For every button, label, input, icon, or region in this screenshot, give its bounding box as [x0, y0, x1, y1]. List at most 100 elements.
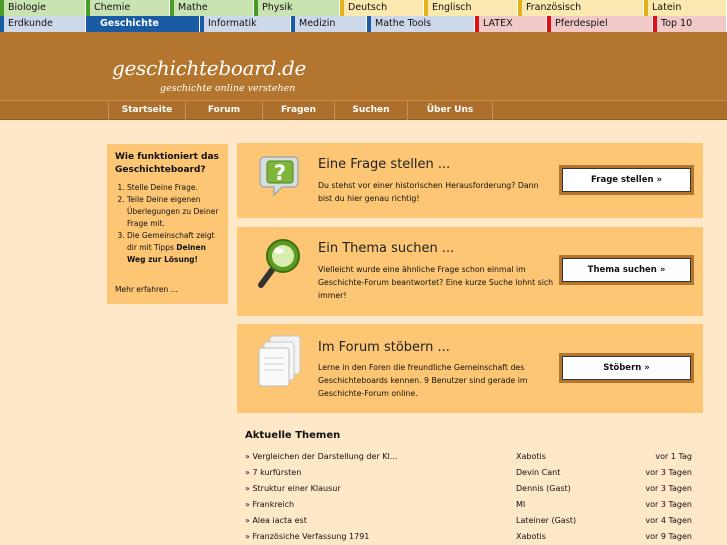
topic-row[interactable]: » Alea iacta est Lateiner (Gast) vor 4 Tag…: [245, 513, 697, 529]
topic-row[interactable]: » Struktur einer Klausur Dennis (Gast) vor…: [245, 481, 697, 497]
site-link-top-10[interactable]: Top 10: [653, 16, 727, 32]
panel-text: Lerne in den Foren die freundliche Gemei…: [318, 363, 528, 398]
recent-topics: Aktuelle Themen » Vergleichen der Darste…: [245, 430, 697, 545]
site-link-deutsch[interactable]: Deutsch: [340, 0, 424, 16]
recent-topics-list: » Vergleichen der Darstellung der Kl... X…: [245, 449, 697, 545]
site-color-mark: [653, 16, 657, 32]
site-link-label: Biologie: [8, 2, 46, 13]
panel-title: Eine Frage stellen ...: [318, 157, 451, 172]
site-link-label: Deutsch: [348, 2, 388, 13]
site-header: geschichteboard.de geschichte online ver…: [0, 32, 727, 100]
site-link-label: Informatik: [208, 18, 257, 29]
site-link-label: Französisch: [526, 2, 582, 13]
site-link-erdkunde[interactable]: Erdkunde: [0, 16, 86, 32]
site-link-physik[interactable]: Physik: [254, 0, 340, 16]
site-color-mark: [86, 0, 90, 16]
panel-ask-question: ? Eine Frage stellen ... Du stehst vor e…: [237, 143, 703, 218]
panel-title: Im Forum stöbern ...: [318, 340, 450, 355]
topic-title[interactable]: » 7 kurfürsten: [245, 465, 301, 481]
nav-fragen[interactable]: Fragen: [262, 101, 334, 120]
site-color-mark: [0, 0, 4, 16]
site-link-englisch[interactable]: Englisch: [424, 0, 518, 16]
topic-author: Lateiner (Gast): [516, 516, 577, 525]
topic-title[interactable]: » Frankreich: [245, 497, 294, 513]
site-link-latein[interactable]: Latein: [644, 0, 727, 16]
site-color-mark: [518, 0, 522, 16]
site-color-mark: [291, 16, 295, 32]
step-item: Stelle Deine Frage.: [127, 182, 225, 194]
site-link-latex[interactable]: LATEX: [475, 16, 547, 32]
topic-title[interactable]: » Französiche Verfassung 1791: [245, 529, 369, 545]
topic-date: vor 3 Tagen: [645, 468, 692, 477]
site-color-mark: [367, 16, 371, 32]
site-link-franz-sisch[interactable]: Französisch: [518, 0, 644, 16]
panel-search-topic: Ein Thema suchen ... Vielleicht wurde ei…: [237, 227, 703, 316]
site-bar-row-2: Erdkunde Geschichte Informatik Medizin Mathe…: [0, 16, 727, 32]
topic-row[interactable]: » Französiche Verfassung 1791 Xabotis vor …: [245, 529, 697, 545]
nav-ueber-uns[interactable]: Über Uns: [407, 101, 493, 120]
site-link-mathe-tools[interactable]: Mathe Tools: [367, 16, 475, 32]
panel-title: Ein Thema suchen ...: [318, 241, 455, 256]
more-link[interactable]: Mehr erfahren ...: [115, 285, 178, 294]
search-button-frame: Thema suchen »: [559, 255, 694, 285]
site-link-label: Mathe: [178, 2, 208, 13]
site-link-label: Chemie: [94, 2, 131, 13]
magnifier-icon: [258, 237, 300, 289]
nav-suchen[interactable]: Suchen: [334, 101, 407, 120]
topic-author: Devin Cant: [516, 468, 561, 477]
site-color-mark: [475, 16, 479, 32]
site-link-medizin[interactable]: Medizin: [291, 16, 367, 32]
topic-date: vor 3 Tagen: [645, 484, 692, 493]
topic-row[interactable]: » Vergleichen der Darstellung der Kl... X…: [245, 449, 697, 465]
site-color-mark: [340, 0, 344, 16]
site-bar-row-1: Biologie Chemie Mathe Physik Deutsch Englisch…: [0, 0, 727, 16]
topic-author: Dennis (Gast): [516, 484, 571, 493]
site-link-label: Top 10: [661, 18, 693, 29]
ask-question-button[interactable]: Frage stellen »: [562, 168, 691, 192]
how-it-works-box: Wie funktioniert das Geschichteboard? St…: [107, 144, 228, 304]
topic-row[interactable]: » Frankreich MI vor 3 Tagen: [245, 497, 697, 513]
site-link-informatik[interactable]: Informatik: [200, 16, 291, 32]
topic-date: vor 1 Tag: [655, 452, 692, 461]
step-item: Teile Deine eigenen Überlegungen zu Dein…: [127, 194, 225, 230]
site-link-pferdespiel[interactable]: Pferdespiel: [547, 16, 653, 32]
topic-title[interactable]: » Vergleichen der Darstellung der Kl...: [245, 449, 397, 465]
documents-icon: [258, 334, 301, 390]
site-color-mark: [170, 0, 174, 16]
panel-text: Du stehst vor einer historischen Herausf…: [318, 181, 539, 203]
topic-date: vor 4 Tagen: [645, 516, 692, 525]
topic-title[interactable]: » Struktur einer Klausur: [245, 481, 341, 497]
step-item: Die Gemeinschaft zeigt dir mit Tipps Dei…: [127, 230, 225, 266]
site-link-biologie[interactable]: Biologie: [0, 0, 86, 16]
nav-startseite[interactable]: Startseite: [108, 101, 185, 120]
site-link-label: Physik: [262, 2, 293, 13]
logo[interactable]: geschichteboard.de: [112, 56, 306, 80]
site-link-label: Mathe Tools: [375, 18, 432, 29]
site-link-label: LATEX: [483, 18, 513, 29]
site-color-mark: [547, 16, 551, 32]
site-link-chemie[interactable]: Chemie: [86, 0, 170, 16]
topic-date: vor 3 Tagen: [645, 500, 692, 509]
topic-row[interactable]: » 7 kurfürsten Devin Cant vor 3 Tagen: [245, 465, 697, 481]
topic-date: vor 9 Tagen: [645, 532, 692, 541]
site-link-label: Latein: [652, 2, 682, 13]
nav-forum[interactable]: Forum: [185, 101, 262, 120]
site-color-mark: [0, 16, 4, 32]
site-link-label: Englisch: [432, 2, 472, 13]
site-color-mark: [254, 0, 258, 16]
panel-text: Vielleicht wurde eine ähnliche Frage sch…: [318, 265, 554, 300]
logo-tagline: geschichte online verstehen: [160, 83, 296, 94]
site-link-geschichte[interactable]: Geschichte: [86, 16, 200, 32]
main-nav: Startseite Forum Fragen Suchen Über Uns: [0, 100, 727, 120]
site-link-label: Medizin: [299, 18, 336, 29]
topic-author: MI: [516, 500, 526, 509]
step-text: Die Gemeinschaft zeigt dir mit Tipps Dei…: [127, 231, 215, 264]
browse-forum-button[interactable]: Stöbern »: [562, 356, 691, 380]
topic-title[interactable]: » Alea iacta est: [245, 513, 307, 529]
search-topic-button[interactable]: Thema suchen »: [562, 258, 691, 282]
site-color-mark: [644, 0, 648, 16]
site-link-mathe[interactable]: Mathe: [170, 0, 254, 16]
svg-text:?: ?: [274, 161, 286, 185]
question-icon: ?: [258, 153, 300, 199]
site-link-label: Geschichte: [100, 18, 159, 29]
